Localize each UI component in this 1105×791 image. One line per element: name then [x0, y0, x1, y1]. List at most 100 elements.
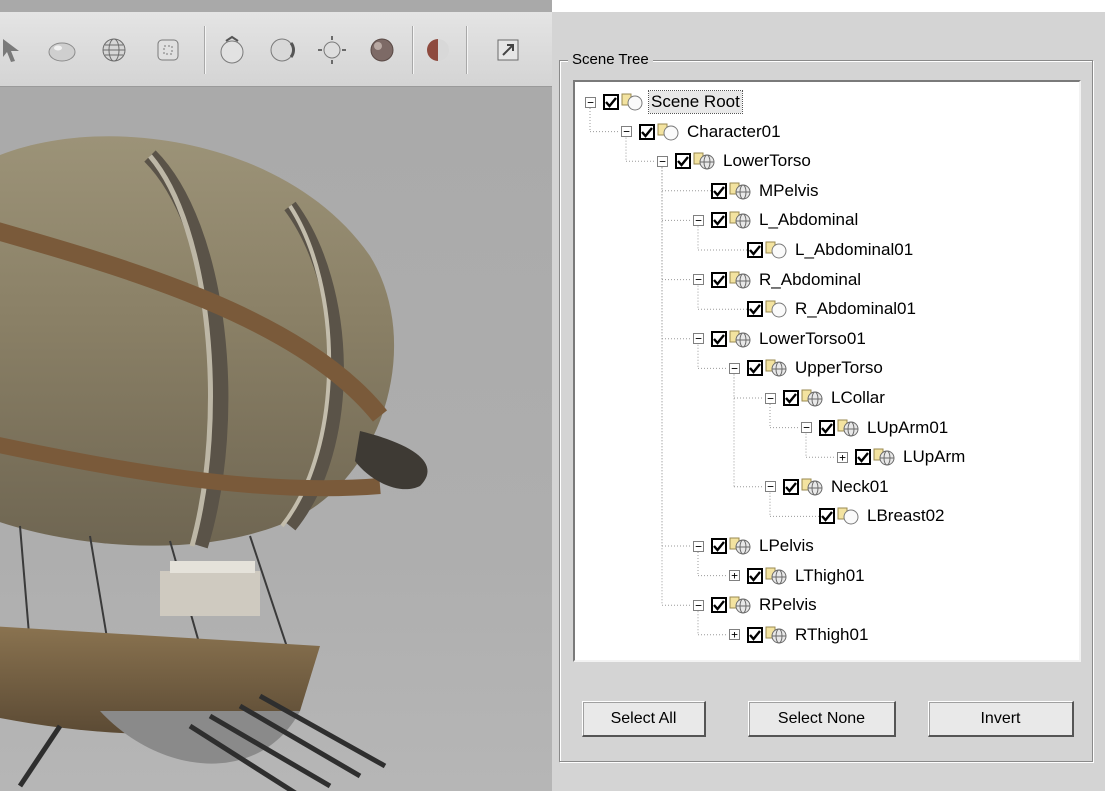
collapse-icon[interactable]: −	[801, 422, 812, 434]
node-checkbox[interactable]	[747, 301, 763, 318]
cursor-icon[interactable]	[0, 32, 30, 68]
tree-node-label[interactable]: LBreast02	[865, 505, 947, 527]
scene-tree-view[interactable]: − Scene Root − Character01 − LowerTorso MPelvi…	[573, 80, 1081, 662]
tree-node-label[interactable]: LThigh01	[793, 565, 867, 587]
tree-node-label[interactable]: Neck01	[829, 476, 891, 498]
tree-node-label[interactable]: LPelvis	[757, 535, 816, 557]
collapse-icon[interactable]: −	[693, 333, 704, 345]
tree-node[interactable]: MPelvis	[693, 177, 821, 205]
tree-node[interactable]: + RThigh01	[729, 621, 870, 649]
invert-button[interactable]: Invert	[928, 701, 1074, 737]
tree-node[interactable]: − LowerTorso01	[693, 325, 868, 353]
tree-node[interactable]: LBreast02	[801, 502, 947, 530]
tree-node[interactable]: R_Abdominal01	[729, 295, 918, 323]
checkmark-icon	[857, 452, 869, 464]
tree-node-label[interactable]: RThigh01	[793, 624, 870, 646]
tree-node[interactable]: − LCollar	[765, 384, 887, 412]
node-checkbox[interactable]	[711, 212, 727, 229]
tree-node-label[interactable]: L_Abdominal	[757, 209, 860, 231]
tree-node[interactable]: − UpperTorso	[729, 354, 885, 382]
globe-icon[interactable]	[96, 32, 132, 68]
node-checkbox[interactable]	[819, 419, 835, 436]
node-checkbox[interactable]	[819, 508, 835, 525]
rotate-icon[interactable]	[214, 32, 250, 68]
tree-node[interactable]: − RPelvis	[693, 591, 819, 619]
expand-icon[interactable]: +	[729, 570, 740, 582]
node-checkbox[interactable]	[783, 390, 799, 406]
checkmark-icon	[713, 541, 725, 552]
tree-node-label[interactable]: LowerTorso	[721, 150, 813, 172]
node-checkbox[interactable]	[675, 153, 691, 170]
node-checkbox[interactable]	[747, 242, 763, 258]
tree-node-label[interactable]: RPelvis	[757, 594, 819, 616]
collapse-icon[interactable]: −	[693, 274, 704, 286]
toolbar-separator	[204, 26, 206, 74]
tree-node-label[interactable]: R_Abdominal	[757, 269, 863, 291]
tree-node-label[interactable]: LUpArm01	[865, 417, 950, 439]
collapse-icon[interactable]: −	[729, 362, 740, 374]
node-checkbox[interactable]	[639, 123, 655, 140]
frame-icon[interactable]	[150, 32, 186, 68]
collapse-icon[interactable]: −	[657, 155, 668, 167]
sphere-icon[interactable]	[44, 32, 80, 68]
tree-node[interactable]: − LUpArm01	[801, 414, 950, 442]
select-all-button[interactable]: Select All	[582, 701, 706, 737]
tree-node[interactable]: − Character01	[621, 118, 783, 146]
export-icon[interactable]	[490, 32, 526, 68]
collapse-icon[interactable]: −	[693, 599, 704, 611]
expand-icon[interactable]: +	[837, 451, 848, 463]
zoom-extents-icon[interactable]	[314, 32, 350, 68]
collapse-icon[interactable]: −	[693, 214, 704, 226]
tree-node[interactable]: L_Abdominal01	[729, 236, 915, 264]
tree-node[interactable]: − LowerTorso	[657, 147, 813, 175]
object-icon	[837, 506, 859, 526]
collapse-icon[interactable]: −	[621, 126, 632, 138]
tree-node-label[interactable]: MPelvis	[757, 180, 821, 202]
node-checkbox[interactable]	[747, 360, 763, 377]
object-icon	[765, 299, 787, 319]
checkmark-icon	[749, 363, 761, 375]
tree-node-label[interactable]: L_Abdominal01	[793, 239, 915, 261]
node-checkbox[interactable]	[711, 182, 727, 199]
expand-icon[interactable]: +	[729, 629, 740, 641]
checkmark-icon	[749, 245, 761, 256]
tree-node[interactable]: − R_Abdominal	[693, 266, 863, 294]
node-checkbox[interactable]	[603, 94, 619, 110]
tree-node-label[interactable]: UpperTorso	[793, 357, 885, 379]
collapse-icon[interactable]: −	[585, 96, 596, 108]
tree-node-label[interactable]: R_Abdominal01	[793, 298, 918, 320]
tree-node[interactable]: − Scene Root	[585, 88, 743, 116]
mesh-icon	[765, 566, 787, 586]
collapse-icon[interactable]: −	[765, 481, 776, 493]
tree-node[interactable]: − LPelvis	[693, 532, 816, 560]
tree-node-label[interactable]: LUpArm	[901, 446, 967, 468]
tree-node[interactable]: − Neck01	[765, 473, 891, 501]
tree-node[interactable]: + LThigh01	[729, 562, 867, 590]
light-icon[interactable]	[420, 32, 456, 68]
tree-node[interactable]: + LUpArm	[837, 443, 967, 471]
node-checkbox[interactable]	[711, 330, 727, 347]
node-checkbox[interactable]	[711, 538, 727, 554]
tree-node-label[interactable]: LCollar	[829, 387, 887, 409]
checkmark-icon	[749, 304, 761, 316]
collapse-icon[interactable]: −	[693, 540, 704, 552]
tree-node[interactable]: − L_Abdominal	[693, 206, 860, 234]
3d-viewport[interactable]	[0, 0, 552, 791]
shaded-sphere-icon[interactable]	[364, 32, 400, 68]
node-checkbox[interactable]	[711, 271, 727, 288]
node-checkbox[interactable]	[747, 626, 763, 643]
checkmark-icon	[749, 630, 761, 641]
collapse-icon[interactable]: −	[765, 392, 776, 404]
node-checkbox[interactable]	[783, 478, 799, 495]
node-checkbox[interactable]	[711, 597, 727, 614]
tree-node-label[interactable]: Scene Root	[648, 90, 743, 114]
select-none-button[interactable]: Select None	[748, 701, 896, 737]
tree-node-label[interactable]: Character01	[685, 121, 783, 143]
node-checkbox[interactable]	[855, 449, 871, 466]
scene-tree-panel: Scene Tree − Scene Root − Character01 − Lower…	[553, 12, 1105, 791]
node-checkbox[interactable]	[747, 567, 763, 584]
tree-node-label[interactable]: LowerTorso01	[757, 328, 868, 350]
checkmark-icon	[821, 511, 833, 523]
group-title: Scene Tree	[568, 51, 653, 68]
orbit-icon[interactable]	[264, 32, 300, 68]
